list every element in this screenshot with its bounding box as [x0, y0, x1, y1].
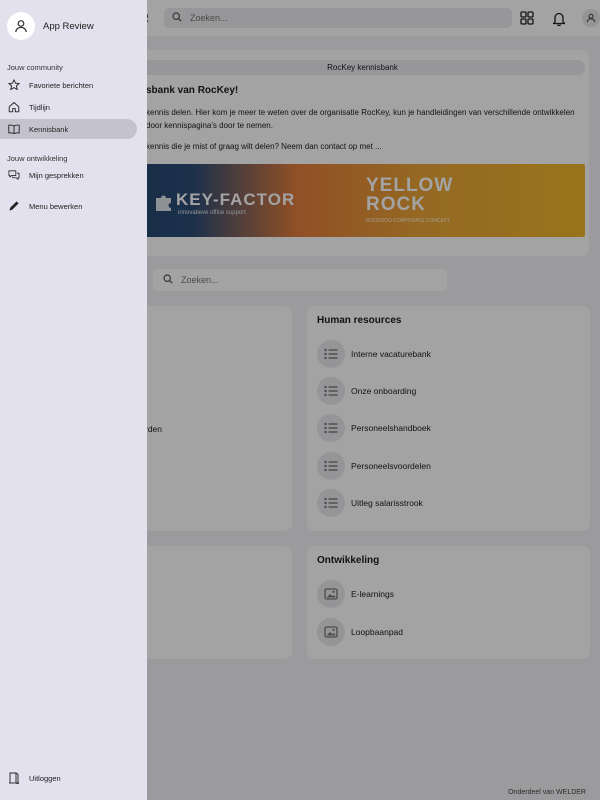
drawer-app-title: App Review [43, 20, 94, 32]
home-icon [8, 101, 20, 113]
nav-item-kennisbank[interactable]: Kennisbank [0, 119, 137, 139]
section-label-ontwikkeling: Jouw ontwikkeling [7, 154, 68, 163]
drawer-header[interactable]: App Review [7, 12, 94, 40]
section-label-community: Jouw community [7, 63, 63, 72]
nav-item-label: Tijdlijn [29, 102, 50, 112]
nav-item-label: Favoriete berichten [29, 80, 94, 90]
book-icon [8, 123, 20, 135]
nav-drawer: App Review Jouw community Favoriete beri… [0, 0, 147, 800]
nav-item-label: Kennisbank [29, 124, 69, 134]
nav-item-tijdlijn[interactable]: Tijdlijn [0, 97, 137, 117]
nav-item-uitloggen[interactable]: Uitloggen [0, 768, 137, 788]
star-icon [8, 79, 20, 91]
chat-icon [8, 169, 20, 181]
nav-item-label: Uitloggen [29, 773, 61, 783]
pencil-icon [8, 200, 20, 212]
nav-item-mijn-gesprekken[interactable]: Mijn gesprekken [0, 165, 137, 185]
nav-item-menu-bewerken[interactable]: Menu bewerken [0, 196, 137, 216]
nav-item-favoriete-berichten[interactable]: Favoriete berichten [0, 75, 137, 95]
logout-icon [8, 772, 20, 784]
profile-avatar-icon [7, 12, 35, 40]
nav-item-label: Mijn gesprekken [29, 170, 84, 180]
nav-item-label: Menu bewerken [29, 201, 83, 211]
